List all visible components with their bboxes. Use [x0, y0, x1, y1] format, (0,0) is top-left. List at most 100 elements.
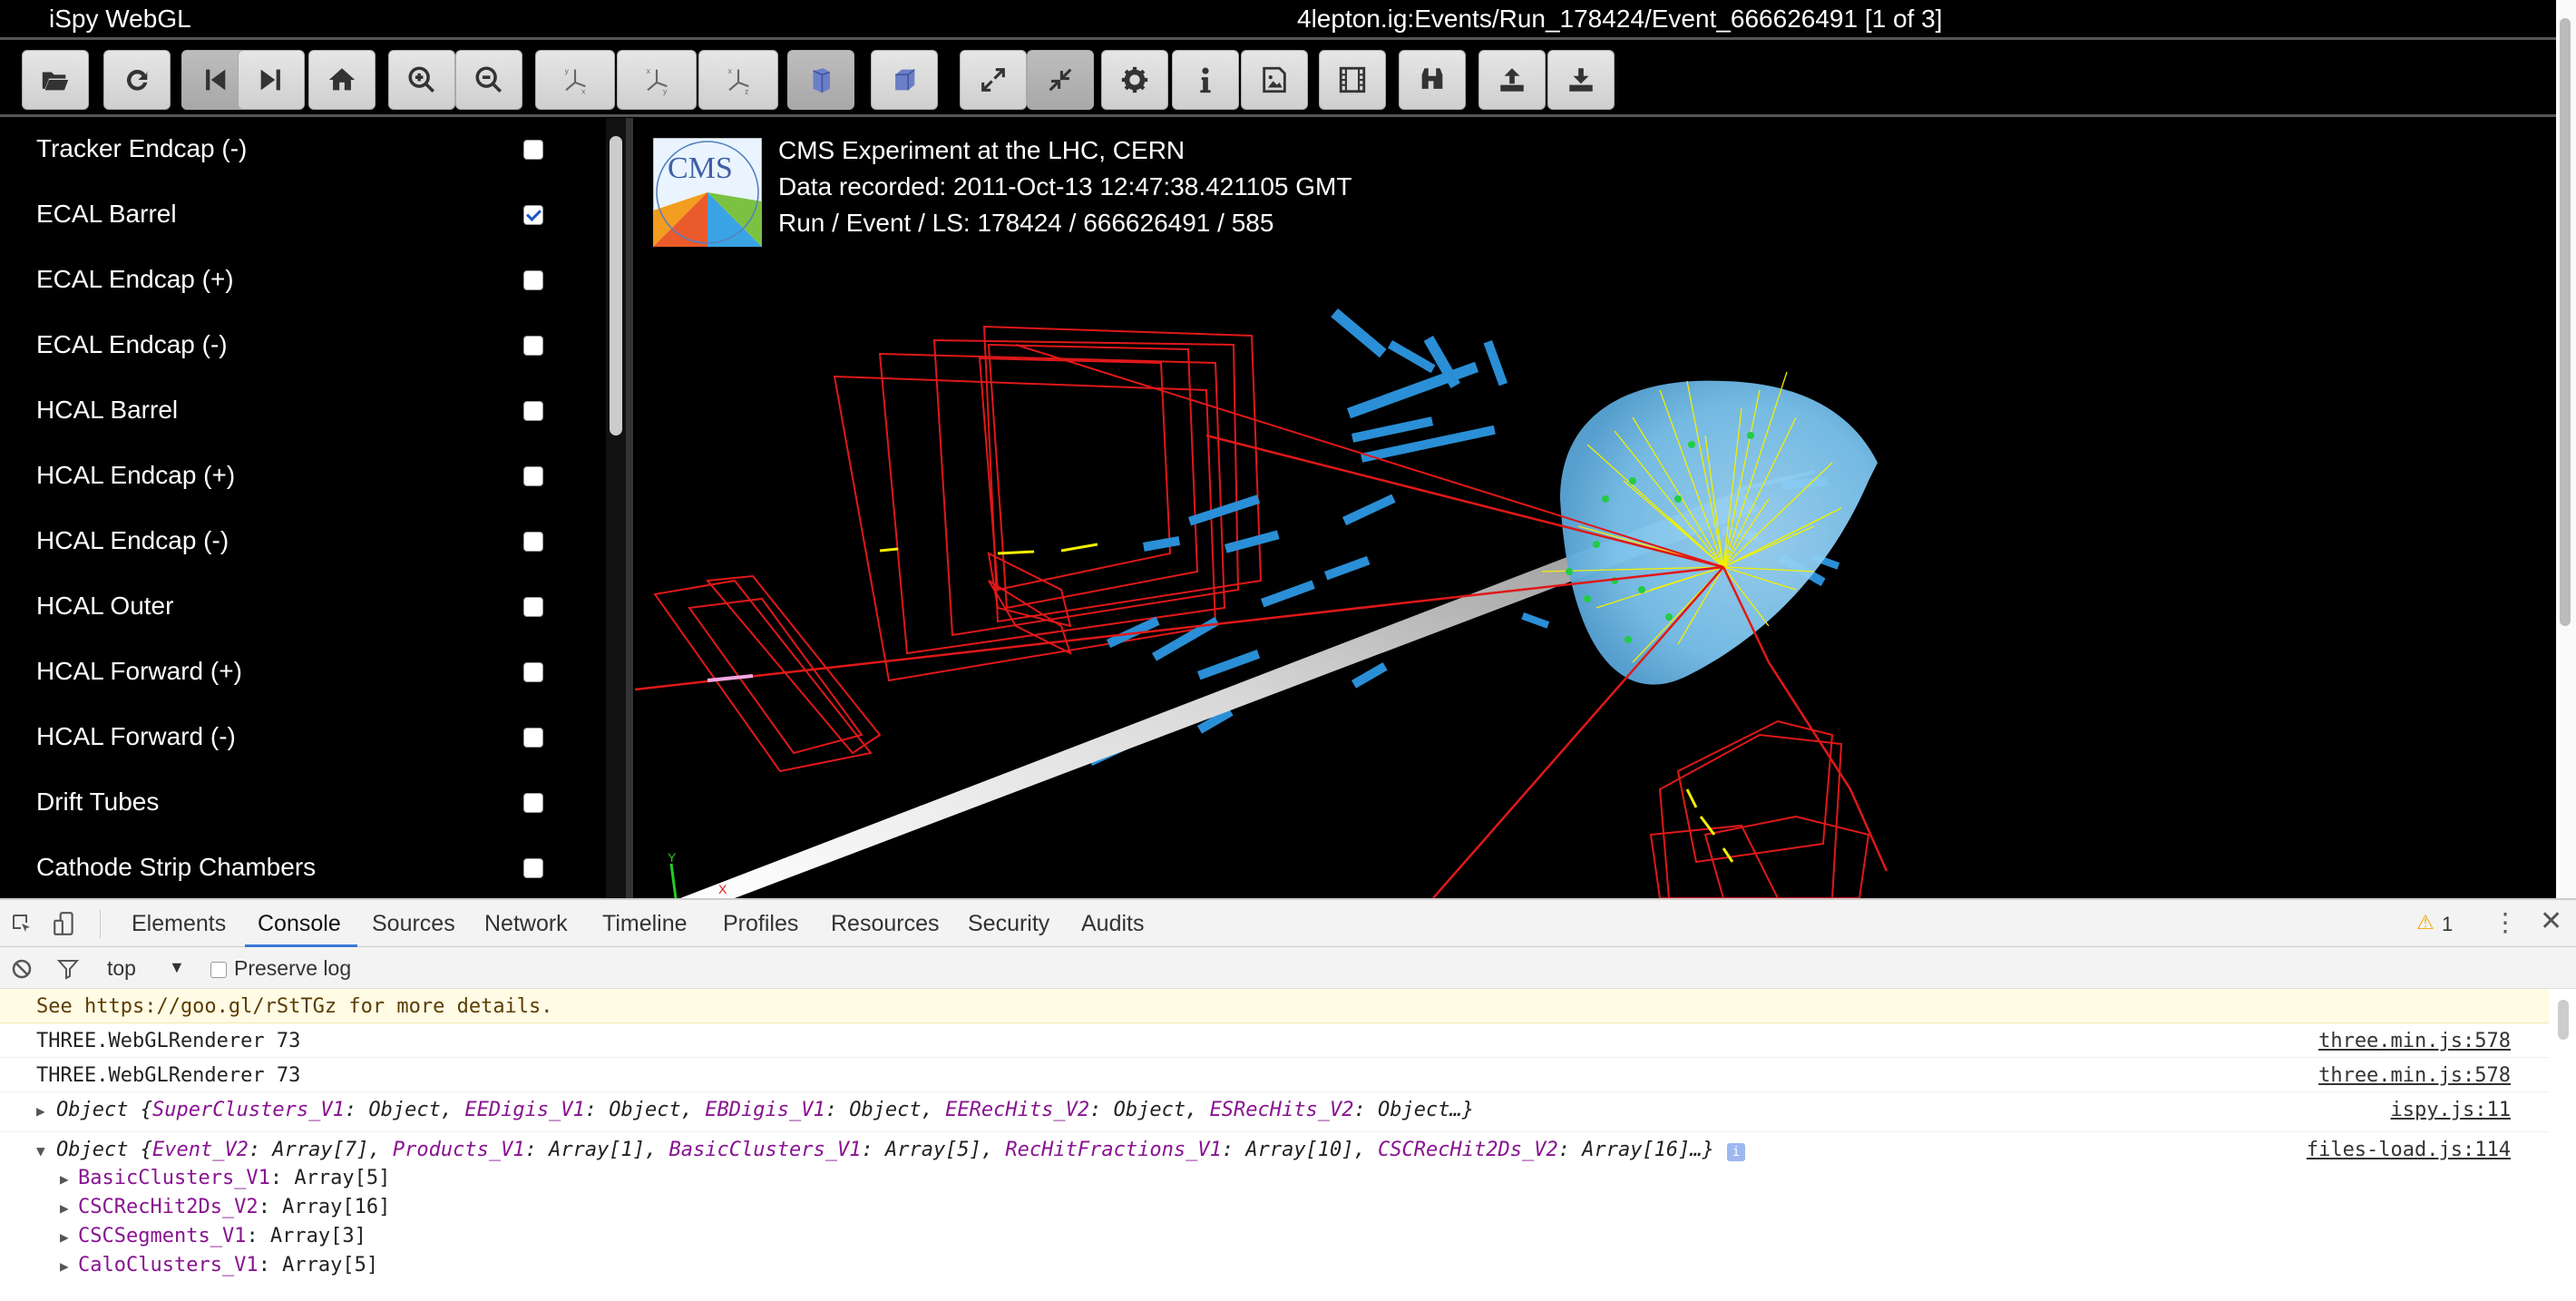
expand-triangle-icon[interactable]: ▶	[60, 1257, 69, 1275]
fullscreen-button[interactable]	[960, 50, 1027, 110]
info-button[interactable]	[1172, 50, 1239, 110]
open-file-button[interactable]	[22, 50, 89, 110]
context-select[interactable]: top	[107, 956, 136, 981]
settings-button[interactable]	[1101, 50, 1168, 110]
animate-button[interactable]	[1319, 50, 1386, 110]
view-xy-button[interactable]: xy	[617, 50, 697, 110]
devtools-tabbar: Elements Console Sources Network Timelin…	[0, 900, 2576, 948]
sidebar-checkbox[interactable]	[523, 205, 543, 225]
sidebar-item-cathode-strip-chambers[interactable]: Cathode Strip Chambers	[0, 836, 581, 902]
tab-audits[interactable]: Audits	[1081, 911, 1144, 937]
tree-item[interactable]: CaloClusters_V1: Array[5]	[78, 1254, 378, 1277]
expand-triangle-icon[interactable]: ▶	[36, 1102, 45, 1120]
upload-button[interactable]	[1478, 50, 1546, 110]
warning-icon[interactable]: ⚠	[2416, 911, 2435, 934]
sidebar-checkbox[interactable]	[523, 597, 543, 617]
source-link[interactable]: ispy.js:11	[2391, 1099, 2511, 1121]
sidebar-checkbox[interactable]	[523, 532, 543, 552]
sidebar-item-ecal-endcap-minus[interactable]: ECAL Endcap (-)	[0, 314, 581, 379]
info-icon[interactable]: i	[1727, 1143, 1745, 1161]
source-link[interactable]: three.min.js:578	[2318, 1064, 2511, 1087]
detector-sidebar: Tracker Endcap (-) ECAL Barrel ECAL Endc…	[0, 118, 606, 898]
event-display-canvas[interactable]: CMS CMS Experiment at the LHC, CERN Data…	[635, 118, 2547, 898]
tree-item[interactable]: CSCSegments_V1: Array[3]	[78, 1225, 366, 1247]
gear-icon	[1121, 66, 1148, 93]
svg-text:X: X	[718, 882, 727, 896]
next-event-button[interactable]	[238, 50, 305, 110]
console-object-row-expanded[interactable]: ▼ Object {Event_V2: Array[7], Products_V…	[0, 1132, 2549, 1301]
sidebar-item-hcal-forward-plus[interactable]: HCAL Forward (+)	[0, 641, 581, 706]
orthographic-button[interactable]	[871, 50, 938, 110]
devtools-scrollbar[interactable]	[2558, 1000, 2569, 1040]
sidebar-checkbox[interactable]	[523, 336, 543, 356]
tab-timeline[interactable]: Timeline	[602, 911, 688, 937]
sidebar-checkbox[interactable]	[523, 401, 543, 421]
sidebar-checkbox[interactable]	[523, 793, 543, 813]
preserve-log-checkbox[interactable]	[210, 962, 227, 978]
sidebar-checkbox[interactable]	[523, 728, 543, 748]
console-object-row[interactable]: ▶ Object {SuperClusters_V1: Object, EEDi…	[0, 1092, 2549, 1132]
svg-text:Y: Y	[668, 850, 677, 865]
sidebar-checkbox[interactable]	[523, 662, 543, 682]
sidebar-item-hcal-barrel[interactable]: HCAL Barrel	[0, 379, 581, 445]
svg-text:x: x	[728, 66, 733, 75]
download-button[interactable]	[1547, 50, 1615, 110]
axes-xy-icon: xy	[647, 66, 668, 95]
tab-elements[interactable]: Elements	[132, 911, 226, 937]
zoom-out-button[interactable]	[455, 50, 522, 110]
page-scrollbar[interactable]	[2556, 0, 2576, 898]
svg-text:y: y	[663, 87, 668, 95]
clear-console-icon[interactable]	[11, 958, 33, 980]
sidebar-checkbox[interactable]	[523, 140, 543, 160]
sidebar-checkbox[interactable]	[523, 858, 543, 878]
tab-security[interactable]: Security	[968, 911, 1049, 937]
sidebar-item-label: HCAL Endcap (+)	[36, 461, 236, 489]
sidebar-scrollbar[interactable]	[610, 136, 622, 435]
inspect-element-icon[interactable]	[11, 913, 33, 934]
axes-yx-icon: yx	[565, 66, 586, 95]
device-mode-icon[interactable]	[53, 911, 76, 936]
expand-triangle-icon[interactable]: ▶	[60, 1228, 69, 1246]
sidebar-item-label: Cathode Strip Chambers	[36, 853, 317, 881]
perspective-button[interactable]	[787, 50, 854, 110]
tab-profiles[interactable]: Profiles	[723, 911, 798, 937]
tab-sources[interactable]: Sources	[372, 911, 455, 937]
sidebar-item-ecal-barrel[interactable]: ECAL Barrel	[0, 183, 581, 249]
expand-triangle-icon[interactable]: ▶	[60, 1199, 69, 1217]
warning-count[interactable]: 1	[2442, 913, 2453, 936]
expand-triangle-icon[interactable]: ▶	[60, 1170, 69, 1188]
shrink-button[interactable]	[1027, 50, 1094, 110]
tab-resources[interactable]: Resources	[831, 911, 940, 937]
console-filter-bar: top ▼ Preserve log	[0, 947, 2576, 989]
panel-divider[interactable]	[626, 118, 633, 898]
picture-button[interactable]	[1241, 50, 1308, 110]
reload-button[interactable]	[103, 50, 171, 110]
chevron-down-icon[interactable]: ▼	[169, 958, 185, 977]
tab-network[interactable]: Network	[484, 911, 568, 937]
sidebar-item-tracker-endcap-minus[interactable]: Tracker Endcap (-)	[0, 118, 581, 183]
tree-item[interactable]: CSCRecHit2Ds_V2: Array[16]	[78, 1196, 390, 1218]
tree-item[interactable]: BasicClusters_V1: Array[5]	[78, 1167, 390, 1189]
sidebar-item-hcal-forward-minus[interactable]: HCAL Forward (-)	[0, 706, 581, 771]
prev-event-icon	[206, 69, 226, 91]
sidebar-checkbox[interactable]	[523, 270, 543, 290]
home-button[interactable]	[308, 50, 376, 110]
close-icon[interactable]: ✕	[2540, 905, 2562, 937]
sidebar-checkbox[interactable]	[523, 466, 543, 486]
source-link[interactable]: three.min.js:578	[2318, 1030, 2511, 1052]
sidebar-item-hcal-endcap-minus[interactable]: HCAL Endcap (-)	[0, 510, 581, 575]
page-scroll-thumb[interactable]	[2560, 18, 2571, 626]
view-zy-button[interactable]: xz	[698, 50, 778, 110]
more-options-icon[interactable]: ⋮	[2493, 907, 2518, 937]
tab-console[interactable]: Console	[258, 911, 341, 937]
source-link[interactable]: files-load.js:114	[2307, 1139, 2511, 1161]
zoom-in-button[interactable]	[388, 50, 455, 110]
sidebar-item-hcal-endcap-plus[interactable]: HCAL Endcap (+)	[0, 445, 581, 510]
filter-icon[interactable]	[56, 958, 80, 980]
sidebar-item-hcal-outer[interactable]: HCAL Outer	[0, 575, 581, 641]
find-button[interactable]	[1399, 50, 1466, 110]
view-yx-button[interactable]: yx	[535, 50, 615, 110]
sidebar-item-ecal-endcap-plus[interactable]: ECAL Endcap (+)	[0, 249, 581, 314]
collapse-triangle-icon[interactable]: ▼	[36, 1142, 45, 1159]
sidebar-item-drift-tubes[interactable]: Drift Tubes	[0, 771, 581, 836]
